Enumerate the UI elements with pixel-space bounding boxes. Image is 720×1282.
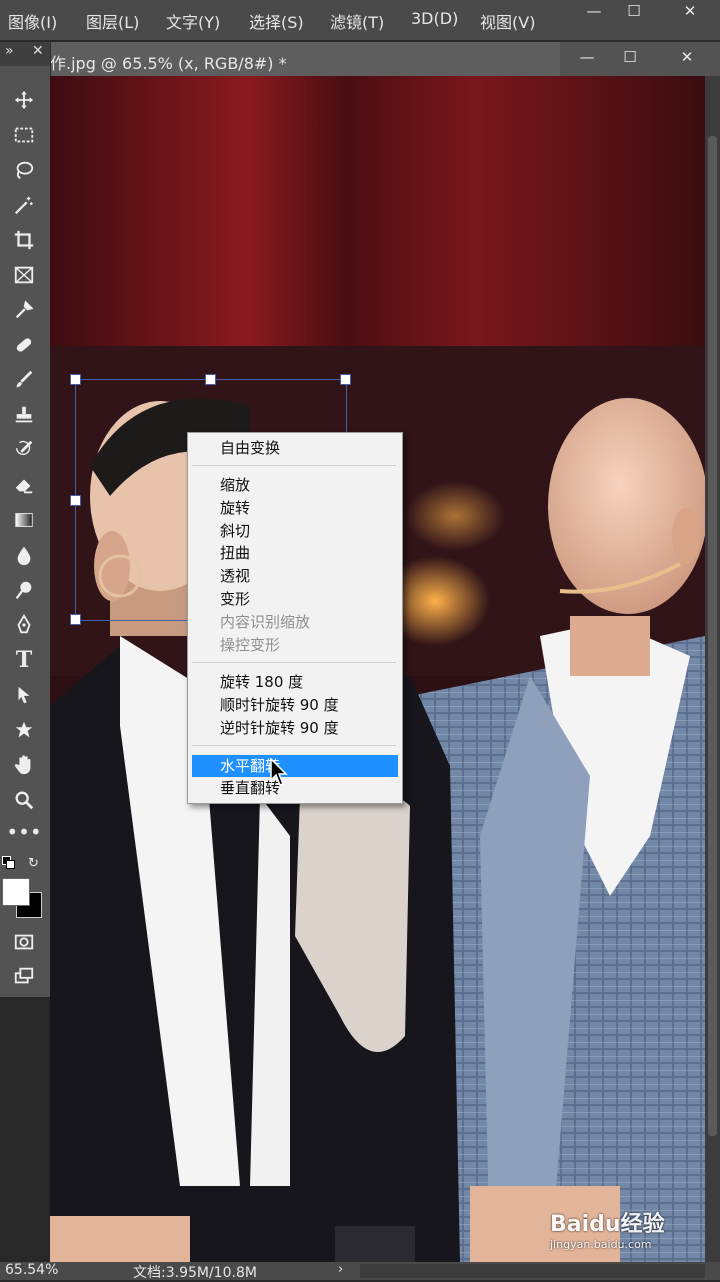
menu-type[interactable]: 文字(Y) [166, 9, 220, 33]
menu-select[interactable]: 选择(S) [249, 9, 304, 33]
document-title: 作.jpg @ 65.5% (x, RGB/8#) * [50, 54, 287, 73]
watermark-brand: Baidu经验 [550, 1212, 665, 1237]
transform-handle-left[interactable] [70, 495, 81, 506]
menu-layer[interactable]: 图层(L) [86, 9, 139, 33]
menu-separator [192, 745, 396, 746]
foreground-color-swatch[interactable] [2, 878, 30, 906]
transform-context-menu: 自由变换 缩放 旋转 斜切 扭曲 透视 变形 内容识别缩放 操控变形 旋转 18… [187, 432, 403, 804]
menu-image[interactable]: 图像(I) [8, 9, 57, 33]
tools-panel-header: » ✕ [0, 42, 50, 66]
menu-bar: 图像(I) 图层(L) 文字(Y) 选择(S) 滤镜(T) 3D(D) 视图(V… [0, 0, 720, 41]
vertical-scrollbar[interactable] [705, 76, 720, 1262]
menu-item-rotate[interactable]: 旋转 [220, 498, 250, 518]
menu-item-content-aware-scale: 内容识别缩放 [220, 613, 311, 631]
blur-tool-icon[interactable] [8, 541, 40, 569]
eraser-tool-icon[interactable] [8, 471, 40, 499]
clone-stamp-tool-icon[interactable] [8, 401, 40, 429]
menu-item-skew[interactable]: 斜切 [220, 521, 250, 541]
maximize-icon[interactable]: ☐ [612, 0, 656, 22]
doc-close-icon[interactable]: ✕ [667, 48, 707, 66]
crop-tool-icon[interactable] [8, 226, 40, 254]
mouse-cursor-icon [270, 758, 288, 786]
shape-tool-icon[interactable] [8, 716, 40, 744]
doc-maximize-icon[interactable]: ☐ [610, 48, 650, 66]
menu-item-perspective[interactable]: 透视 [220, 566, 250, 586]
status-bar: 65.54% 文档:3.95M/10.8M › [0, 1262, 720, 1281]
zoom-tool-icon[interactable] [8, 786, 40, 814]
pen-tool-icon[interactable] [8, 611, 40, 639]
expand-icon[interactable]: » [5, 43, 14, 59]
marquee-tool-icon[interactable] [8, 121, 40, 149]
swap-colors-icon[interactable]: ↻ [28, 856, 39, 871]
menu-filter[interactable]: 滤镜(T) [330, 9, 384, 33]
menu-item-scale[interactable]: 缩放 [220, 475, 250, 495]
close-icon[interactable]: ✕ [668, 0, 712, 22]
quick-mask-icon[interactable] [8, 928, 40, 956]
menu-separator [192, 662, 396, 663]
menu-view[interactable]: 视图(V) [480, 9, 535, 33]
status-menu-arrow-icon[interactable]: › [338, 1262, 343, 1277]
move-tool-icon[interactable] [8, 86, 40, 114]
hand-tool-icon[interactable] [8, 751, 40, 779]
lasso-tool-icon[interactable] [8, 156, 40, 184]
transform-handle-bottom-left[interactable] [70, 614, 81, 625]
default-colors-icon[interactable] [2, 856, 15, 869]
menu-item-puppet-warp: 操控变形 [220, 636, 281, 654]
healing-brush-tool-icon[interactable] [8, 331, 40, 359]
dodge-tool-icon[interactable] [8, 576, 40, 604]
history-brush-tool-icon[interactable] [8, 436, 40, 464]
screen-mode-icon[interactable] [8, 962, 40, 990]
doc-minimize-icon[interactable]: — [567, 48, 607, 66]
brush-tool-icon[interactable] [8, 366, 40, 394]
path-selection-tool-icon[interactable] [8, 681, 40, 709]
transform-handle-top-left[interactable] [70, 374, 81, 385]
frame-tool-icon[interactable] [8, 261, 40, 289]
document-tab-bar: 作.jpg @ 65.5% (x, RGB/8#) * — ☐ ✕ [0, 42, 720, 76]
menu-item-rotate-90-cw[interactable]: 顺时针旋转 90 度 [220, 695, 339, 715]
more-tools-icon[interactable]: ••• [6, 818, 41, 846]
eyedropper-tool-icon[interactable] [8, 296, 40, 324]
minimize-icon[interactable]: — [572, 0, 616, 22]
menu-item-rotate-90-ccw[interactable]: 逆时针旋转 90 度 [220, 718, 339, 738]
menu-item-rotate-180[interactable]: 旋转 180 度 [220, 672, 303, 692]
type-tool-icon[interactable]: T [8, 646, 40, 674]
transform-handle-top[interactable] [205, 374, 216, 385]
panel-close-icon[interactable]: ✕ [32, 43, 44, 59]
baidu-watermark: Baidu经验 jingyan.baidu.com [550, 1206, 700, 1256]
menu-item-free-transform[interactable]: 自由变换 [220, 438, 280, 458]
menu-separator [192, 465, 396, 466]
watermark-url: jingyan.baidu.com [550, 1238, 652, 1251]
zoom-level[interactable]: 65.54% [5, 1262, 58, 1278]
menu-item-warp[interactable]: 变形 [220, 589, 250, 609]
gradient-tool-icon[interactable] [8, 506, 40, 534]
menu-3d[interactable]: 3D(D) [411, 9, 458, 28]
document-size-info: 文档:3.95M/10.8M [133, 1265, 257, 1281]
transform-handle-top-right[interactable] [340, 374, 351, 385]
magic-wand-tool-icon[interactable] [8, 191, 40, 219]
tools-panel: » ✕ T ••• ↻ [0, 42, 51, 997]
menu-item-distort[interactable]: 扭曲 [220, 543, 250, 563]
horizontal-scrollbar[interactable] [360, 1264, 705, 1278]
